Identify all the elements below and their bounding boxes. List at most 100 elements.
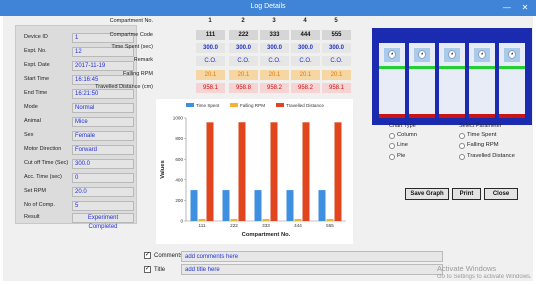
parameter-title: Select Parameter bbox=[459, 123, 502, 129]
red-bar bbox=[469, 114, 495, 118]
radio-circle bbox=[389, 154, 395, 160]
bar-travelled-distance bbox=[238, 122, 246, 221]
info-row-cutoff-time: Cut off Time (Sec) 300.0 bbox=[16, 159, 138, 169]
info-row-sex: Sex Female bbox=[16, 131, 138, 141]
compartment-3: ◕ bbox=[439, 43, 465, 118]
info-label: No of Comp. bbox=[24, 202, 55, 208]
legend-label: Time Spent bbox=[196, 103, 220, 108]
title-checkbox[interactable]: ✓ bbox=[144, 266, 151, 273]
info-value: 16:21:50 bbox=[72, 89, 134, 99]
compartment-diagram: ◕ ◕ ◕ ◕ ◕ bbox=[372, 28, 532, 125]
bar-falling-rpm bbox=[198, 218, 206, 221]
radio-circle bbox=[389, 143, 395, 149]
falling-rpm-cell: 20.1 bbox=[291, 70, 320, 80]
remark-cell: C.O. bbox=[260, 56, 289, 66]
info-label: Mode bbox=[24, 104, 38, 110]
info-label: Motor Direction bbox=[24, 146, 62, 152]
info-value: Normal bbox=[72, 103, 134, 113]
remark-cell: C.O. bbox=[322, 56, 351, 66]
compartment-window: ◕ bbox=[474, 48, 490, 62]
info-label: Expt. Date bbox=[24, 62, 50, 68]
green-bar bbox=[379, 66, 405, 69]
time-spent-cell: 300.0 bbox=[260, 43, 289, 53]
compartment-header: 5 bbox=[334, 18, 338, 24]
bar-chart-svg: Time Spent Falling RPM Travelled Distance 0… bbox=[160, 103, 346, 238]
activate-windows-watermark: Activate Windows bbox=[437, 264, 497, 273]
bar-travelled-distance bbox=[206, 122, 214, 221]
compartment-4: ◕ bbox=[469, 43, 495, 118]
radio-label: Column bbox=[397, 132, 417, 138]
time-spent-cell: 300.0 bbox=[322, 43, 351, 53]
radio-time-spent[interactable]: Time Spent bbox=[459, 132, 529, 140]
falling-rpm-cell: 20.1 bbox=[260, 70, 289, 80]
remark-cell: C.O. bbox=[196, 56, 225, 66]
bar-time-spent bbox=[318, 190, 326, 221]
print-button[interactable]: Print bbox=[452, 188, 481, 200]
row-label-compartment-no: Compartment No. bbox=[109, 18, 153, 24]
compartment-5: ◕ bbox=[499, 43, 525, 118]
info-row-acc-time: Acc. Time (sec) 0 bbox=[16, 173, 138, 183]
distance-cell: 958.8 bbox=[229, 83, 258, 93]
bar-time-spent bbox=[222, 190, 230, 221]
comments-input[interactable]: add comments here bbox=[181, 251, 443, 262]
mouse-icon: ◕ bbox=[448, 50, 456, 59]
legend-label: Travelled Distance bbox=[286, 103, 324, 108]
info-label: Start Time bbox=[24, 76, 50, 82]
radio-pie[interactable]: Pie bbox=[389, 153, 439, 161]
radio-line[interactable]: Line bbox=[389, 142, 439, 150]
info-value: Female bbox=[72, 131, 134, 141]
radio-circle bbox=[459, 133, 465, 139]
comments-checkbox[interactable]: ✓ bbox=[144, 252, 151, 259]
title-bar: Log Details — ✕ bbox=[0, 0, 536, 16]
info-row-set-rpm: Set RPM 20.0 bbox=[16, 187, 138, 197]
radio-column[interactable]: Column bbox=[389, 132, 439, 140]
window-title: Log Details bbox=[250, 3, 286, 10]
info-value: 5 bbox=[72, 201, 134, 211]
compartment-2: ◕ bbox=[409, 43, 435, 118]
row-label-time-spent: Time Spent (sec) bbox=[111, 44, 153, 50]
close-button[interactable]: Close bbox=[484, 188, 518, 200]
bar-time-spent bbox=[254, 190, 262, 221]
y-tick-label: 0 bbox=[180, 219, 183, 224]
radio-label: Line bbox=[397, 142, 408, 148]
save-graph-button[interactable]: Save Graph bbox=[405, 188, 449, 200]
radio-falling-rpm[interactable]: Falling RPM bbox=[459, 142, 529, 150]
close-window-icon[interactable]: ✕ bbox=[518, 1, 532, 14]
info-row-mode: Mode Normal bbox=[16, 103, 138, 113]
info-value: Forward bbox=[72, 145, 134, 155]
radio-travelled-distance[interactable]: Travelled Distance bbox=[459, 153, 529, 161]
bar-time-spent bbox=[190, 190, 198, 221]
legend-swatch bbox=[186, 103, 194, 107]
red-bar bbox=[409, 114, 435, 118]
title-input[interactable]: add title here bbox=[181, 264, 443, 275]
mouse-icon: ◕ bbox=[418, 50, 426, 59]
info-label: Cut off Time (Sec) bbox=[24, 160, 69, 166]
log-details-window: Device ID 1 Expt. No. 12 Expt. Date 2017… bbox=[3, 16, 533, 281]
row-label-code: Compartme Code bbox=[109, 32, 153, 38]
code-cell: 444 bbox=[291, 30, 320, 40]
radio-label: Time Spent bbox=[467, 132, 497, 138]
falling-rpm-cell: 20.1 bbox=[196, 70, 225, 80]
bar-falling-rpm bbox=[326, 218, 334, 221]
code-cell: 111 bbox=[196, 30, 225, 40]
remark-cell: C.O. bbox=[229, 56, 258, 66]
radio-label: Falling RPM bbox=[467, 142, 499, 148]
red-bar bbox=[439, 114, 465, 118]
red-bar bbox=[379, 114, 405, 118]
compartment-window: ◕ bbox=[414, 48, 430, 62]
time-spent-cell: 300.0 bbox=[196, 43, 225, 53]
info-row-result: Result Experiment Completed bbox=[16, 213, 138, 230]
red-bar bbox=[499, 114, 525, 118]
title-label: Title bbox=[154, 267, 166, 273]
info-label: End Time bbox=[24, 90, 48, 96]
falling-rpm-cell: 20.1 bbox=[229, 70, 258, 80]
experiment-info-panel: Device ID 1 Expt. No. 12 Expt. Date 2017… bbox=[15, 25, 138, 230]
compartment-window: ◕ bbox=[504, 48, 520, 62]
mouse-icon: ◕ bbox=[508, 50, 516, 59]
legend-label: Falling RPM bbox=[240, 103, 265, 108]
info-label: Acc. Time (sec) bbox=[24, 174, 62, 180]
y-tick-label: 800 bbox=[175, 136, 183, 141]
radio-circle bbox=[389, 133, 395, 139]
minimize-icon[interactable]: — bbox=[500, 1, 514, 14]
radio-label: Pie bbox=[397, 153, 406, 159]
